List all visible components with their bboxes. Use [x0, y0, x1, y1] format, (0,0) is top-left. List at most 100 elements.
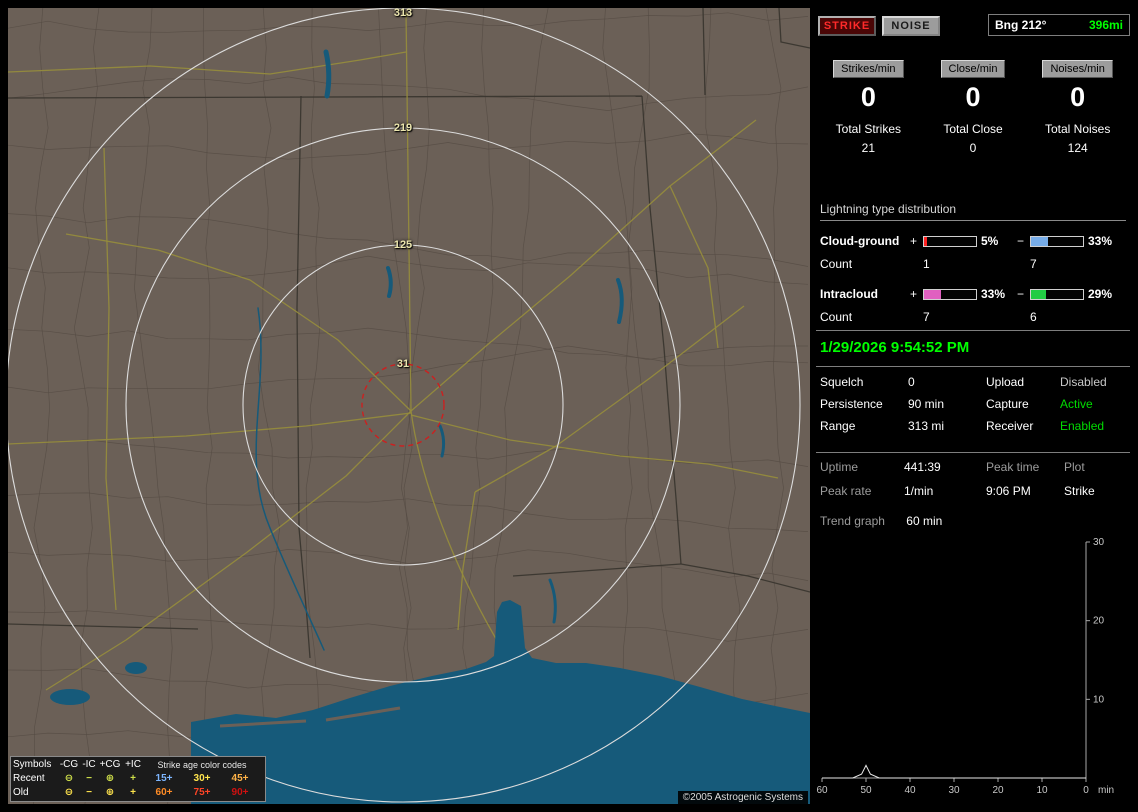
total-strikes-label: Total Strikes — [835, 122, 902, 136]
cg-positive-bar — [923, 235, 977, 247]
distribution-title: Lightning type distribution — [820, 202, 1126, 221]
neg-cg-symbol: ⊖ — [64, 773, 74, 784]
range-ring-label: 31 — [396, 358, 410, 370]
cg-negative-bar — [1030, 235, 1084, 247]
range-ring-label: 313 — [393, 8, 413, 19]
pos-cg-symbol: ⊕ — [105, 787, 115, 798]
receiver-label: Receiver — [986, 419, 1034, 433]
svg-text:30: 30 — [948, 785, 960, 796]
bearing-readout: Bng 212° 396mi — [988, 14, 1130, 36]
plus-sign: + — [910, 234, 918, 248]
legend-type-header: +IC — [125, 759, 141, 770]
strikes-counter: Strikes/min 0 Total Strikes 21 — [816, 60, 921, 155]
legend-type-header: -IC — [82, 759, 96, 770]
intracloud-count-row: Count 7 6 — [820, 306, 1126, 328]
intracloud-label: Intracloud — [820, 287, 879, 301]
divider — [816, 330, 1130, 331]
range-label: Range — [820, 419, 856, 433]
capture-label: Capture — [986, 397, 1029, 411]
svg-text:40: 40 — [904, 785, 916, 796]
upload-label: Upload — [986, 375, 1025, 389]
cg-negative-percent: 33% — [1088, 234, 1113, 248]
ic-negative-percent: 29% — [1088, 287, 1113, 301]
persistence-value: 90 min — [908, 397, 945, 411]
cg-positive-count: 1 — [923, 257, 930, 271]
svg-text:20: 20 — [992, 785, 1004, 796]
svg-text:min: min — [1098, 785, 1114, 796]
persistence-label: Persistence — [820, 397, 883, 411]
legend-type-header: +CG — [99, 759, 121, 770]
plot-label: Plot — [1064, 460, 1085, 474]
current-datetime: 1/29/2026 9:54:52 PM — [820, 339, 970, 356]
close-per-min-value: 0 — [965, 82, 981, 112]
cloud-ground-label: Cloud-ground — [820, 234, 900, 248]
svg-text:60: 60 — [816, 785, 828, 796]
pos-ic-symbol: + — [130, 773, 136, 784]
peak-time-label: Peak time — [986, 460, 1040, 474]
settings-grid: Squelch 0 Upload Disabled Persistence 90… — [820, 375, 1130, 433]
noises-per-min-button[interactable]: Noises/min — [1042, 60, 1113, 78]
cg-negative-count: 7 — [1030, 257, 1037, 271]
legend-type-header: -CG — [59, 759, 79, 770]
peak-rate-value: 1/min — [904, 484, 934, 498]
ic-negative-count: 6 — [1030, 310, 1037, 324]
count-label: Count — [820, 257, 853, 271]
noise-mode-button[interactable]: NOISE — [882, 16, 940, 36]
trend-graph-label: Trend graph — [820, 514, 885, 528]
trend-graph-row: Trend graph 60 min — [820, 514, 942, 528]
bearing-distance: 396mi — [1088, 18, 1123, 32]
legend-symbols-header: Symbols — [13, 759, 52, 770]
neg-ic-symbol: − — [86, 787, 92, 798]
lightning-map[interactable]: 313 219 125 31 Symbols -CG -IC +CG +IC S… — [8, 8, 810, 804]
age-code: 15+ — [155, 773, 173, 784]
intracloud-row: Intracloud + 33% − 29% — [820, 282, 1126, 306]
peak-rate-label: Peak rate — [820, 484, 872, 498]
svg-text:50: 50 — [860, 785, 872, 796]
neg-cg-symbol: ⊖ — [64, 787, 74, 798]
svg-text:10: 10 — [1036, 785, 1048, 796]
minus-sign: − — [1017, 234, 1025, 248]
legend-row-label: Old — [13, 787, 29, 798]
pos-ic-symbol: + — [130, 787, 136, 798]
total-close-value: 0 — [969, 141, 977, 155]
receiver-status: Enabled — [1060, 419, 1105, 433]
divider — [816, 366, 1130, 367]
plus-sign: + — [910, 287, 918, 301]
strike-trend-graph: 10 20 30 60 50 40 30 20 10 0 min — [816, 537, 1114, 796]
stats-grid: Uptime 441:39 Peak time Plot Peak rate 1… — [820, 460, 1130, 498]
svg-text:0: 0 — [1083, 785, 1089, 796]
age-code: 90+ — [231, 787, 249, 798]
bearing-label: Bng 212° — [995, 18, 1047, 32]
status-panel: STRIKE NOISE Bng 212° 396mi Strikes/min … — [816, 8, 1132, 804]
strikes-per-min-button[interactable]: Strikes/min — [833, 60, 904, 78]
age-code: 75+ — [193, 787, 211, 798]
mode-toggle-row: STRIKE NOISE Bng 212° 396mi — [816, 14, 1130, 38]
ic-negative-bar — [1030, 288, 1084, 300]
cloud-ground-row: Cloud-ground + 5% − 33% — [820, 229, 1126, 253]
uptime-label: Uptime — [820, 460, 859, 474]
legend-age-header: Strike age color codes — [157, 760, 247, 770]
svg-text:30: 30 — [1093, 537, 1105, 548]
upload-status: Disabled — [1060, 375, 1107, 389]
map-legend: Symbols -CG -IC +CG +IC Strike age color… — [10, 756, 266, 802]
strike-mode-button[interactable]: STRIKE — [818, 16, 876, 36]
minus-sign: − — [1017, 287, 1025, 301]
squelch-value: 0 — [908, 375, 915, 389]
strikes-per-min-value: 0 — [860, 82, 876, 112]
copyright-text: ©2005 Astrogenic Systems — [677, 791, 808, 804]
noises-per-min-value: 0 — [1070, 82, 1086, 112]
rate-counters: Strikes/min 0 Total Strikes 21 Close/min… — [816, 60, 1130, 155]
count-label: Count — [820, 310, 853, 324]
peak-time-value: 9:06 PM — [986, 484, 1031, 498]
age-code: 30+ — [193, 773, 211, 784]
neg-ic-symbol: − — [86, 773, 92, 784]
noises-counter: Noises/min 0 Total Noises 124 — [1025, 60, 1130, 155]
age-code: 60+ — [155, 787, 173, 798]
total-close-label: Total Close — [943, 122, 1003, 136]
range-ring-label: 125 — [393, 239, 413, 251]
lightning-type-distribution: Lightning type distribution Cloud-ground… — [820, 202, 1126, 335]
close-per-min-button[interactable]: Close/min — [940, 60, 1006, 78]
trend-graph-window: 60 min — [906, 514, 943, 528]
svg-text:10: 10 — [1093, 694, 1105, 705]
range-ring-label: 219 — [393, 122, 413, 134]
